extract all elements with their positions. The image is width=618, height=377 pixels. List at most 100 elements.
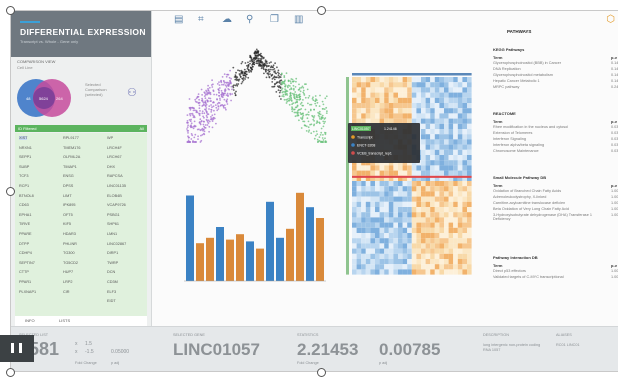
fold-change-label: Fold Change — [75, 361, 97, 365]
heatmap-cell — [434, 118, 440, 124]
gene-list-item[interactable]: ELF3 — [107, 290, 116, 294]
gene-list-item[interactable]: EPHA1 — [19, 213, 31, 217]
gene-list-item[interactable]: DHX — [107, 165, 115, 169]
gene-list-item[interactable]: EIDT — [107, 299, 116, 303]
gene-list-item[interactable]: TG300 — [63, 251, 75, 255]
gene-list-item[interactable]: CIR — [63, 290, 70, 294]
heatmap-cell — [444, 149, 449, 155]
gene-list-item[interactable]: PHLINR — [63, 242, 77, 246]
volcano-point — [210, 111, 213, 113]
gene-list-item[interactable]: CTTP — [19, 270, 29, 274]
gene-list-item[interactable]: RAPCSA — [107, 174, 123, 178]
volcano-point — [192, 127, 195, 130]
volcano-point — [303, 120, 306, 123]
resize-handle-tc[interactable] — [317, 6, 326, 15]
gene-list-item[interactable]: BTNOL8 — [19, 194, 34, 198]
heatmap-cell — [370, 82, 375, 88]
gene-list-item[interactable]: LINC02867 — [107, 242, 126, 246]
gene-list-item[interactable]: LRCH4F — [107, 146, 122, 150]
gene-list-item[interactable]: XIST — [19, 136, 28, 140]
gene-list-item[interactable]: CD3M — [107, 280, 118, 284]
gene-list-item[interactable]: VCAP9726 — [107, 203, 126, 207]
venn-diagram[interactable]: 48 5624 264 — [15, 73, 81, 123]
heatmap-cell — [425, 238, 431, 244]
gene-list-item[interactable]: SUBP — [19, 165, 29, 169]
gene-list-item[interactable]: LINC01135 — [107, 184, 126, 188]
gene-list-item[interactable]: CDHP4 — [19, 251, 32, 255]
heatmap-cell — [421, 207, 426, 213]
gene-list-item[interactable]: TCF3 — [19, 174, 29, 178]
heatmap-cell — [393, 212, 398, 218]
volcano-point — [300, 113, 302, 116]
heatmap-cell — [352, 191, 357, 197]
gene-list-item[interactable]: LIMT — [63, 194, 72, 198]
gene-list-item[interactable]: IPK895 — [63, 203, 75, 207]
gene-list-item[interactable]: NRXN1 — [19, 146, 32, 150]
gene-list-item[interactable]: DIRP1 — [107, 251, 118, 255]
gene-list-item[interactable]: DTPP — [19, 242, 29, 246]
gene-list-item[interactable]: CD63 — [19, 203, 29, 207]
volcano-point — [208, 108, 210, 110]
volcano-point — [222, 83, 225, 86]
tree-icon[interactable]: ⚇ — [127, 86, 137, 99]
gene-list-item[interactable]: TMEM176 — [63, 146, 81, 150]
heatmap-cell — [453, 103, 458, 109]
heatmap-cell — [467, 97, 472, 103]
resize-handle-ml[interactable] — [6, 187, 15, 196]
search-icon[interactable]: ⚲ — [246, 14, 253, 25]
gene-list-item[interactable]: SEPP1 — [19, 155, 31, 159]
gene-list-item[interactable]: DPSS — [63, 184, 73, 188]
gene-list-item[interactable]: LMN1 — [107, 232, 117, 236]
gene-list-item[interactable]: PSBG1 — [107, 213, 120, 217]
document-icon[interactable]: ▤ — [174, 14, 183, 25]
gene-list-item[interactable]: ELOB4B — [107, 194, 122, 198]
resize-handle-tl[interactable] — [6, 6, 15, 15]
gene-header-all[interactable]: All — [140, 126, 144, 131]
gene-header-filter[interactable]: ID Filtered — [18, 126, 36, 131]
tab-info[interactable]: INFO — [25, 318, 35, 323]
volcano-point — [270, 74, 273, 77]
gene-list-item[interactable]: PPAR1 — [19, 280, 31, 284]
gene-list-item[interactable]: TWRP — [107, 261, 118, 265]
gene-list-item[interactable]: SHP61 — [107, 222, 119, 226]
volcano-point — [215, 93, 218, 96]
heatmap-cell — [421, 259, 426, 265]
cloud-icon[interactable]: ☁ — [222, 14, 232, 25]
gene-list-item[interactable]: TIRVE — [19, 222, 30, 226]
comparison-select[interactable]: Cell Line — [17, 65, 33, 70]
pathway-term: Validated targets of C-MYC transcription… — [493, 275, 564, 279]
gene-list-item[interactable]: SEPTIN7 — [19, 261, 35, 265]
gene-list-item[interactable]: PLXNAP1 — [19, 290, 36, 294]
tag-icon[interactable]: ⌗ — [198, 14, 204, 25]
heatmap-cell — [379, 269, 385, 275]
gene-list-item[interactable]: OFT5 — [63, 213, 73, 217]
gene-list-item[interactable]: KIF5 — [63, 222, 71, 226]
heatmap-cell — [421, 238, 426, 244]
tab-lists[interactable]: LISTS — [59, 318, 70, 323]
heatmap-cell — [416, 87, 421, 93]
gene-list-item[interactable]: PPARE — [19, 232, 32, 236]
gene-list-item[interactable]: HUP7 — [63, 270, 73, 274]
copy-icon[interactable]: ❐ — [270, 14, 279, 25]
gene-list-item[interactable]: RCP1 — [19, 184, 29, 188]
gene-list-item[interactable]: TG5CD2 — [63, 261, 78, 265]
gene-list-item[interactable]: TIMAP1 — [63, 165, 77, 169]
pause-button[interactable] — [0, 335, 34, 362]
heatmap-cell — [375, 165, 380, 171]
heatmap-cell — [393, 207, 398, 213]
heatmap-cell — [448, 191, 454, 197]
settings-hex-icon[interactable]: ⬡ — [606, 14, 615, 25]
heatmap-cell — [416, 97, 421, 103]
heatmap-cell — [379, 212, 385, 218]
gene-list-item[interactable]: LRCH67 — [107, 155, 122, 159]
gene-list-item[interactable]: OLFML2A — [63, 155, 80, 159]
gene-list-item[interactable]: RPL9177 — [63, 136, 79, 140]
heatmap-cell — [467, 186, 472, 192]
gene-list-item[interactable]: ENSG — [63, 174, 74, 178]
gene-list-item[interactable]: LRP2 — [63, 280, 73, 284]
gene-list-item[interactable]: WP — [107, 136, 113, 140]
gene-list-item[interactable]: HDAR3 — [63, 232, 76, 236]
gene-list-item[interactable]: DCN — [107, 270, 115, 274]
volcano-point — [276, 76, 278, 79]
chart-icon[interactable]: ▥ — [294, 14, 303, 25]
